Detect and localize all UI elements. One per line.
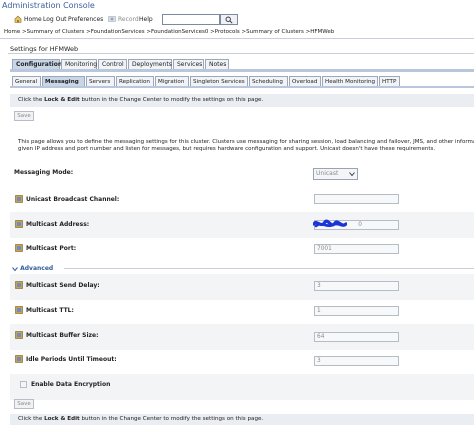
ttl-row bbox=[10, 300, 474, 326]
save-button-bottom[interactable]: Save bbox=[14, 399, 34, 409]
field-info-icon bbox=[15, 355, 23, 363]
advanced-label: Advanced bbox=[20, 265, 54, 272]
field-info-icon bbox=[15, 244, 23, 252]
field-info-icon bbox=[15, 195, 23, 203]
tab-servers[interactable]: Servers bbox=[86, 76, 115, 86]
change-center-text-bottom: Click the Lock & Edit button in the Chan… bbox=[18, 416, 264, 422]
multicast-port-label: Multicast Port: bbox=[26, 245, 77, 252]
tab-general[interactable]: General bbox=[12, 76, 41, 86]
search-icon bbox=[225, 16, 233, 24]
tab-migration[interactable]: Migration bbox=[155, 76, 189, 86]
breadcrumb[interactable]: Home >Summary of Clusters >FoundationSer… bbox=[4, 29, 472, 35]
ttl-input[interactable]: 1 bbox=[314, 306, 399, 316]
home-icon[interactable] bbox=[14, 15, 22, 23]
tab-singleton-services[interactable]: Singleton Services bbox=[190, 76, 248, 86]
tab-replication[interactable]: Replication bbox=[116, 76, 154, 86]
change-center-text: Click the Lock & Edit button in the Chan… bbox=[18, 97, 264, 103]
field-info-icon bbox=[15, 331, 23, 339]
tab-health-monitoring[interactable]: Health Monitoring bbox=[322, 76, 378, 86]
multicast-port-input[interactable]: 7001 bbox=[314, 244, 399, 254]
record-link[interactable]: Record bbox=[118, 16, 139, 23]
buffer-size-label: Multicast Buffer Size: bbox=[26, 332, 99, 339]
tab-configuration[interactable]: Configuration bbox=[12, 59, 62, 69]
tab-deployments[interactable]: Deployments bbox=[128, 59, 172, 69]
save-button[interactable]: Save bbox=[14, 111, 34, 121]
messaging-mode-select[interactable]: Unicast bbox=[313, 168, 358, 180]
tab-notes[interactable]: Notes bbox=[205, 59, 229, 69]
tab-control[interactable]: Control bbox=[98, 59, 127, 69]
lock-edit-text: Lock & Edit bbox=[44, 416, 80, 422]
divider bbox=[8, 53, 474, 54]
advanced-toggle[interactable]: Advanced bbox=[12, 265, 53, 272]
unicast-channel-label: Unicast Broadcast Channel: bbox=[26, 196, 120, 203]
search-button[interactable] bbox=[220, 14, 238, 25]
tab-bar-rule bbox=[10, 69, 474, 72]
help-link[interactable]: Help bbox=[139, 16, 153, 23]
tab-http[interactable]: HTTP bbox=[379, 76, 400, 86]
description-line: given IP address and port number and lis… bbox=[18, 146, 436, 152]
field-info-icon bbox=[15, 281, 23, 289]
home-link[interactable]: Home bbox=[24, 16, 42, 23]
page-title: Settings for HFMWeb bbox=[10, 45, 79, 53]
chevron-down-icon bbox=[349, 172, 355, 177]
messaging-mode-label: Messaging Mode: bbox=[14, 169, 74, 176]
unicast-channel-input[interactable] bbox=[314, 194, 399, 204]
description-line: This page allows you to define the messa… bbox=[18, 139, 474, 145]
field-info-icon bbox=[15, 306, 23, 314]
idle-periods-input[interactable]: 3 bbox=[314, 356, 399, 366]
search-input[interactable] bbox=[162, 14, 220, 25]
toolbar: Home Log Out Preferences Record Help bbox=[0, 12, 474, 28]
encryption-label: Enable Data Encryption bbox=[31, 381, 111, 388]
divider bbox=[64, 268, 474, 269]
encryption-checkbox[interactable] bbox=[20, 381, 27, 388]
messaging-mode-value: Unicast bbox=[316, 170, 339, 177]
divider bbox=[0, 38, 474, 39]
tab-messaging[interactable]: Messaging bbox=[42, 76, 85, 86]
idle-periods-label: Idle Periods Until Timeout: bbox=[26, 356, 117, 363]
buffer-size-input[interactable]: 64 bbox=[314, 332, 399, 342]
preferences-link[interactable]: Preferences bbox=[68, 16, 103, 23]
messaging-mode-row bbox=[10, 163, 474, 189]
collapse-arrow-icon bbox=[12, 266, 18, 271]
ttl-label: Multicast TTL: bbox=[26, 307, 74, 314]
tab-scheduling[interactable]: Scheduling bbox=[249, 76, 288, 86]
redaction-scribble bbox=[313, 219, 347, 228]
logout-link[interactable]: Log Out bbox=[43, 16, 67, 23]
field-info-icon bbox=[15, 220, 23, 228]
tab-overload[interactable]: Overload bbox=[289, 76, 321, 86]
lock-edit-text: Lock & Edit bbox=[44, 97, 80, 103]
tab-monitoring[interactable]: Monitoring bbox=[61, 59, 97, 69]
tab-bar-rule bbox=[10, 86, 474, 88]
record-icon bbox=[108, 16, 116, 22]
multicast-address-label: Multicast Address: bbox=[26, 221, 90, 228]
send-delay-label: Multicast Send Delay: bbox=[26, 282, 100, 289]
send-delay-input[interactable]: 3 bbox=[314, 281, 399, 291]
tab-services[interactable]: Services bbox=[173, 59, 204, 69]
page-description: This page allows you to define the messa… bbox=[18, 139, 474, 153]
multicast-port-row bbox=[10, 237, 474, 263]
app-title: Administration Console bbox=[2, 1, 95, 10]
